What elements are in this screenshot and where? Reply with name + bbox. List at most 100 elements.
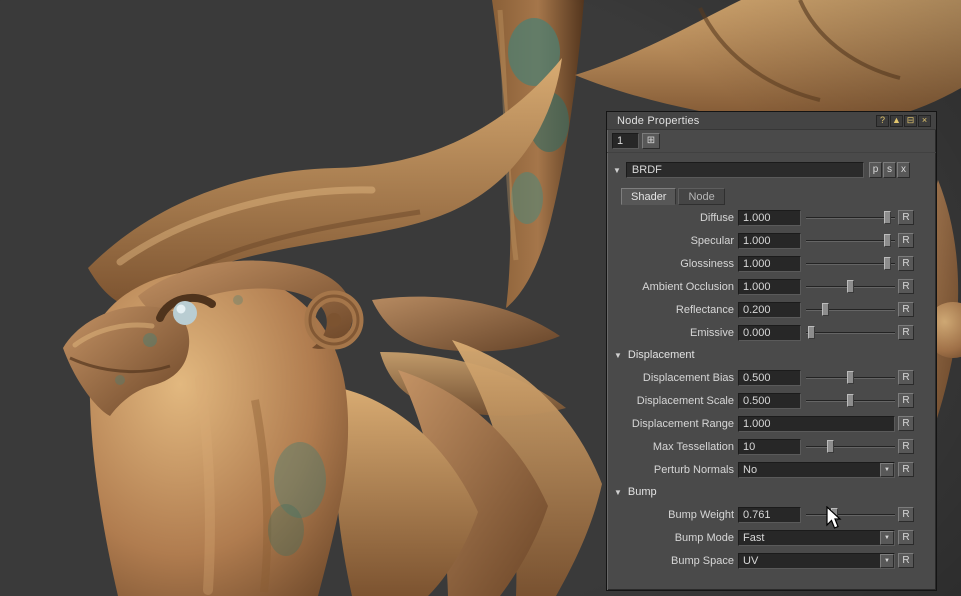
slider[interactable] [806, 278, 895, 295]
reset-button[interactable]: R [898, 233, 914, 248]
slider[interactable] [806, 392, 895, 409]
reset-button[interactable]: R [898, 302, 914, 317]
slider[interactable] [806, 301, 895, 318]
value-field[interactable]: 0.761 [738, 506, 801, 523]
application-window: Node Properties ? ▲ ⊟ × ⊞ BRDF p s x Sha… [0, 0, 961, 596]
value-field[interactable]: 0.500 [738, 392, 801, 409]
value-field[interactable]: 1.000 [738, 232, 801, 249]
collapse-triangle-icon [614, 350, 622, 361]
panel-toolbar: ⊞ [607, 130, 936, 153]
property-label: Displacement Range [631, 417, 734, 430]
help-button[interactable]: ? [876, 114, 889, 127]
reset-button[interactable]: R [898, 210, 914, 225]
slider-handle[interactable] [808, 326, 815, 339]
property-label: Perturb Normals [653, 463, 734, 476]
row-perturb-normals: Perturb Normals No ▼ R [607, 458, 936, 481]
slider-track[interactable] [806, 263, 895, 265]
tab-bar: Shader Node [621, 188, 936, 205]
value-field[interactable]: 1.000 [738, 209, 801, 226]
slider-track[interactable] [806, 446, 895, 448]
p-button[interactable]: p [869, 162, 882, 178]
chevron-down-icon[interactable]: ▼ [880, 530, 894, 545]
minimize-button[interactable]: ⊟ [904, 114, 917, 127]
slider-handle[interactable] [884, 211, 891, 224]
collapse-triangle-icon[interactable] [613, 165, 621, 176]
value-field[interactable]: 1.000 [738, 278, 801, 295]
slider-handle[interactable] [847, 394, 854, 407]
reset-button[interactable]: R [898, 393, 914, 408]
node-header: BRDF p s x [607, 161, 936, 179]
reset-button[interactable]: R [898, 370, 914, 385]
row-displacement-bias: Displacement Bias 0.500 R [607, 366, 936, 389]
row-displacement-scale: Displacement Scale 0.500 R [607, 389, 936, 412]
value-field[interactable]: 0.500 [738, 369, 801, 386]
reset-button[interactable]: R [898, 530, 914, 545]
select-node-button[interactable]: ⊞ [642, 133, 660, 149]
row-emissive: Emissive 0.000 R [607, 321, 936, 344]
property-label: Bump Mode [674, 531, 734, 544]
slider-handle[interactable] [884, 234, 891, 247]
slider-track[interactable] [806, 332, 895, 334]
reset-button[interactable]: R [898, 507, 914, 522]
slider-track[interactable] [806, 514, 895, 516]
reset-button[interactable]: R [898, 462, 914, 477]
node-properties-panel: Node Properties ? ▲ ⊟ × ⊞ BRDF p s x Sha… [606, 111, 937, 591]
slider-track[interactable] [806, 240, 895, 242]
reset-button[interactable]: R [898, 553, 914, 568]
close-button[interactable]: × [918, 114, 931, 127]
value-field[interactable]: 1.000 [738, 255, 801, 272]
panel-titlebar[interactable]: Node Properties ? ▲ ⊟ × [607, 112, 936, 130]
slider-handle[interactable] [831, 508, 838, 521]
slider-track[interactable] [806, 217, 895, 219]
dropdown-perturb-normals[interactable]: No ▼ [738, 461, 895, 478]
slider[interactable] [806, 209, 895, 226]
node-type-field[interactable]: BRDF [625, 162, 864, 178]
tab-shader[interactable]: Shader [621, 188, 677, 205]
property-label: Displacement Bias [642, 371, 734, 384]
row-bump-mode: Bump Mode Fast ▼ R [607, 526, 936, 549]
section-header-displacement[interactable]: Displacement [607, 344, 936, 366]
reset-button[interactable]: R [898, 439, 914, 454]
slider-handle[interactable] [847, 280, 854, 293]
property-label: Specular [690, 234, 734, 247]
reset-button[interactable]: R [898, 325, 914, 340]
slider-handle[interactable] [822, 303, 829, 316]
properties-list: Diffuse 1.000 R Specular 1.000 R Glossiness 1.0… [607, 206, 936, 572]
slider-handle[interactable] [847, 371, 854, 384]
slider[interactable] [806, 369, 895, 386]
slider[interactable] [806, 506, 895, 523]
pin-button[interactable]: ▲ [890, 114, 903, 127]
reset-button[interactable]: R [898, 279, 914, 294]
slider[interactable] [806, 438, 895, 455]
value-field[interactable]: 10 [738, 438, 801, 455]
slider-track[interactable] [806, 309, 895, 311]
help-icon: ? [879, 115, 885, 125]
value-field[interactable]: 0.000 [738, 324, 801, 341]
reset-button[interactable]: R [898, 256, 914, 271]
value-field[interactable]: 0.200 [738, 301, 801, 318]
chevron-down-icon[interactable]: ▼ [880, 462, 894, 477]
slider-handle[interactable] [884, 257, 891, 270]
node-type-label: BRDF [631, 164, 662, 176]
value-field[interactable]: 1.000 [738, 415, 895, 432]
property-label: Bump Weight [668, 508, 734, 521]
dropdown-bump-mode[interactable]: Fast ▼ [738, 529, 895, 546]
reset-button[interactable]: R [898, 416, 914, 431]
node-index-input[interactable] [612, 133, 639, 149]
dropdown-bump-space[interactable]: UV ▼ [738, 552, 895, 569]
slider[interactable] [806, 324, 895, 341]
dropdown-value: Fast [743, 531, 765, 544]
slider-handle[interactable] [827, 440, 834, 453]
property-label: Emissive [689, 326, 734, 339]
row-reflectance: Reflectance 0.200 R [607, 298, 936, 321]
section-header-bump[interactable]: Bump [607, 481, 936, 503]
row-max-tessellation: Max Tessellation 10 R [607, 435, 936, 458]
tab-node[interactable]: Node [678, 188, 725, 205]
s-button[interactable]: s [883, 162, 896, 178]
slider[interactable] [806, 232, 895, 249]
slider[interactable] [806, 255, 895, 272]
x-button[interactable]: x [897, 162, 910, 178]
collapse-triangle-icon [614, 487, 622, 498]
property-label: Reflectance [675, 303, 734, 316]
chevron-down-icon[interactable]: ▼ [880, 553, 894, 568]
